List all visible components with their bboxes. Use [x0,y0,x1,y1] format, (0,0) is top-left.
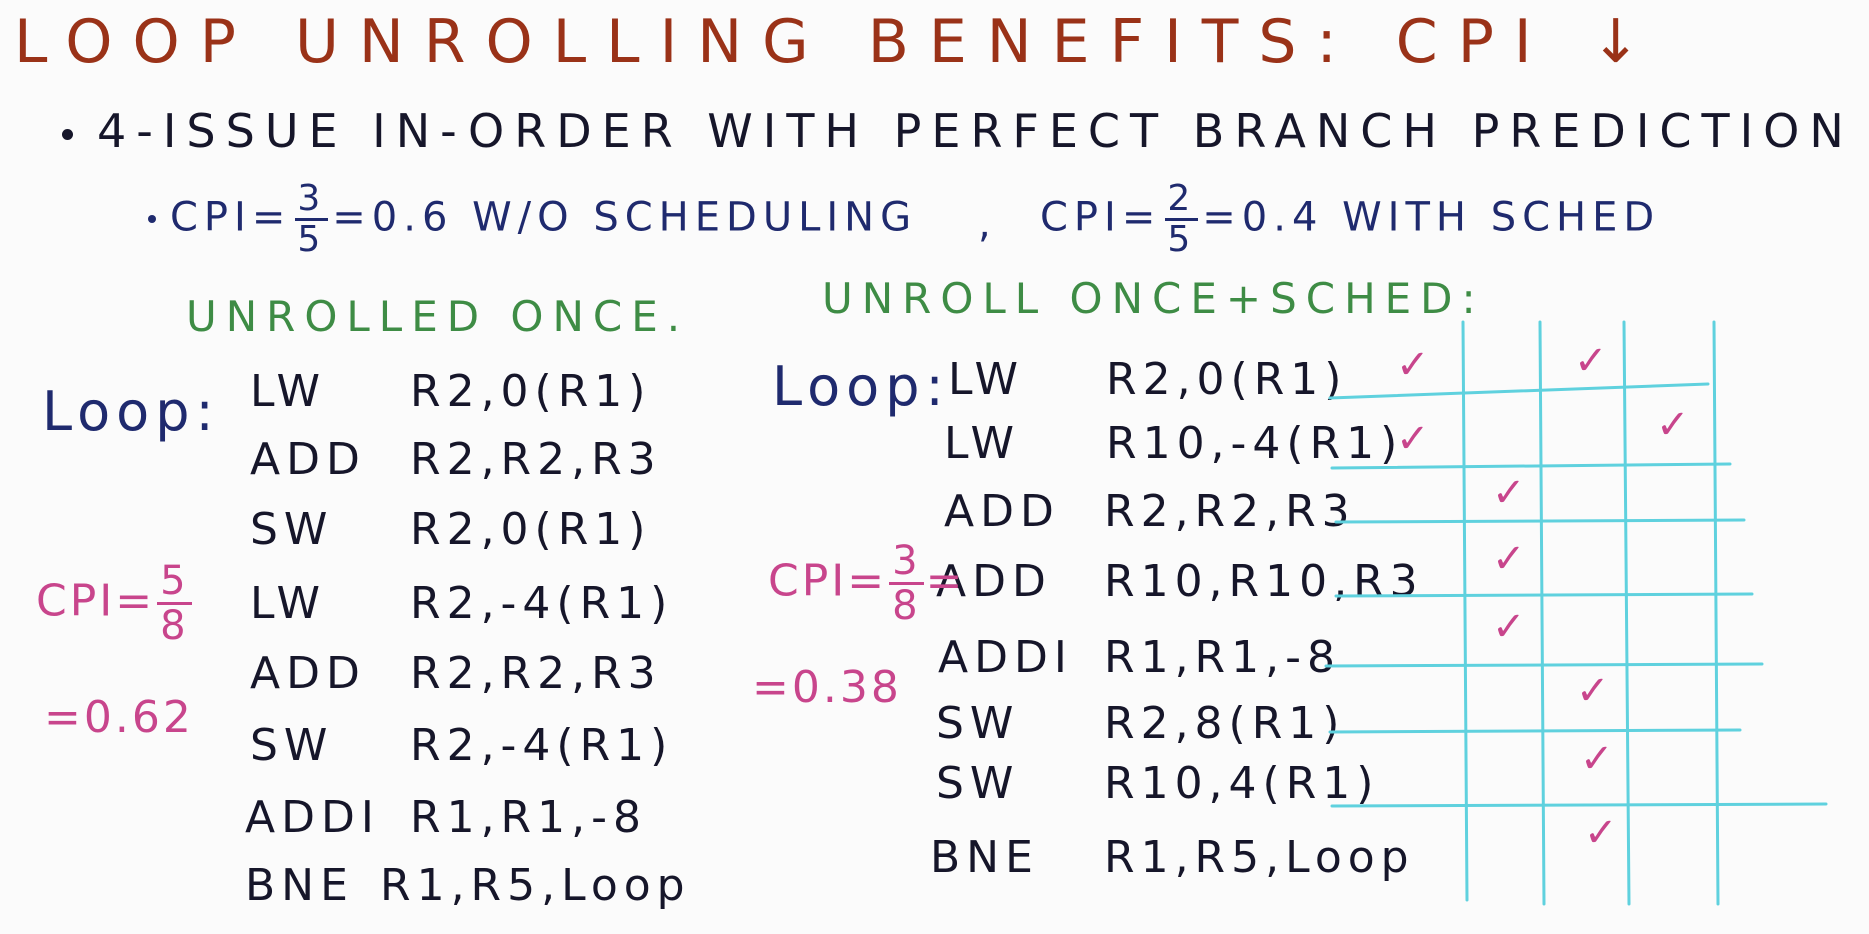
grid-line [1538,320,1546,906]
issue-schedule-grid: ✓ ✓ ✓ ✓ ✓ ✓ ✓ ✓ ✓ ✓ [1324,320,1828,906]
grid-line [1712,320,1720,906]
grid-line [1334,518,1746,524]
check-mark: ✓ [1574,338,1608,384]
grid-line [1622,320,1631,906]
grid-line [1461,320,1469,902]
check-mark: ✓ [1584,810,1618,856]
check-mark: ✓ [1492,604,1526,650]
check-mark: ✓ [1396,416,1430,462]
check-mark: ✓ [1396,342,1430,388]
check-mark: ✓ [1580,736,1614,782]
grid-line [1328,382,1710,400]
check-mark: ✓ [1576,668,1610,714]
grid-line [1328,728,1742,734]
grid-line [1330,802,1828,808]
check-mark: ✓ [1656,402,1690,448]
grid-line [1334,592,1754,598]
check-mark: ✓ [1492,536,1526,582]
grid-line [1324,662,1764,668]
grid-line [1330,462,1732,470]
check-mark: ✓ [1492,470,1526,516]
